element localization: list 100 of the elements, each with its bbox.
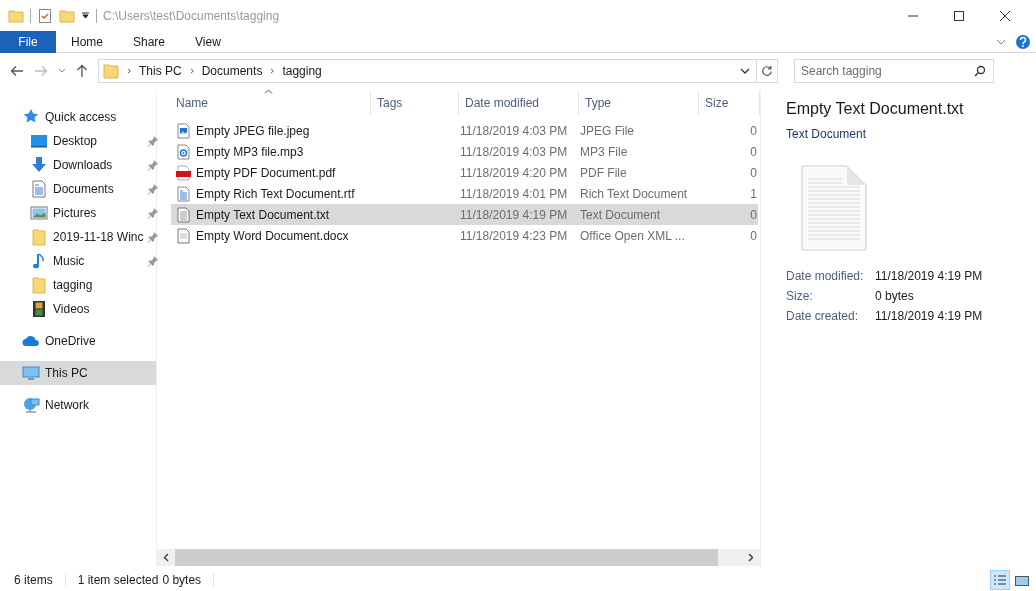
column-header[interactable]: Date modified [459, 91, 579, 115]
item-count: 6 items [14, 571, 53, 589]
ribbon-tab[interactable]: Home [56, 30, 118, 53]
file-row[interactable]: Empty JPEG file.jpeg 11/18/2019 4:03 PM JPEG File 0 [171, 120, 758, 141]
selection-size: 0 bytes [162, 571, 202, 589]
nav-item[interactable]: tagging [0, 273, 156, 297]
details-title: Empty Text Document.txt [786, 99, 965, 119]
file-name: Empty MP3 file.mp3 [196, 143, 305, 161]
file-name: Empty PDF Document.pdf [196, 164, 337, 182]
folder-icon [103, 63, 119, 79]
nav-item[interactable]: Network [0, 393, 156, 417]
address-bar[interactable]: This PC Documents tagging [98, 59, 778, 83]
monitor-icon [22, 364, 40, 382]
monitor-icon [30, 132, 48, 150]
file-row[interactable]: Empty MP3 file.mp3 11/18/2019 4:03 PM MP3 File 0 [171, 141, 758, 162]
table-cell-text: 0 [749, 227, 758, 245]
scroll-left-icon[interactable] [163, 553, 169, 562]
nav-item[interactable]: Videos [0, 297, 156, 321]
property-value: 0 bytes [875, 288, 915, 305]
table-cell-text: 0 [749, 122, 758, 140]
breadcrumb[interactable]: Documents [201, 62, 263, 80]
table-cell-text: 11/18/2019 4:23 PM [460, 227, 569, 245]
nav-item[interactable]: 2019-11-18 Winc [0, 225, 156, 249]
table-cell-text: 0 [749, 143, 758, 161]
nav-item[interactable]: Desktop [0, 129, 156, 153]
scroll-right-icon[interactable] [748, 553, 754, 562]
sort-up-icon [263, 89, 273, 94]
search-field[interactable]: Search tagging [794, 59, 994, 83]
details-view-icon [992, 572, 1008, 587]
file-menu-button[interactable]: File [0, 30, 56, 53]
nav-item[interactable]: Downloads [0, 153, 156, 177]
text-file-preview-icon [801, 165, 867, 251]
audio-file-icon [176, 143, 191, 160]
details-type: Text Document [786, 126, 868, 143]
table-cell-text: Rich Text Document [580, 185, 689, 203]
table-cell-text: Office Open XML ... [580, 227, 686, 245]
dropdown-icon[interactable] [740, 68, 750, 74]
file-row[interactable]: Empty Word Document.docx 11/18/2019 4:23 PM Office Open XML ... 0 [171, 225, 758, 246]
window-title: C:\Users\test\Documents\tagging [103, 7, 280, 25]
table-cell-text: 11/18/2019 4:19 PM [460, 206, 569, 224]
table-cell-text: 11/18/2019 4:20 PM [460, 164, 569, 182]
file-row[interactable]: Empty PDF Document.pdf 11/18/2019 4:20 PM PDF File 0 [171, 162, 758, 183]
rich-text-file-icon [176, 185, 191, 202]
close-icon[interactable] [1000, 10, 1010, 21]
folder-icon [30, 276, 48, 294]
file-name: Empty JPEG file.jpeg [196, 122, 311, 140]
back-icon[interactable] [10, 65, 24, 77]
table-cell-text: PDF File [580, 164, 628, 182]
folder-icon [30, 228, 48, 246]
file-name: Empty Text Document.txt [196, 206, 331, 224]
nav-item[interactable]: This PC [0, 361, 156, 385]
table-cell-text: JPEG File [580, 122, 635, 140]
table-cell-text: MP3 File [580, 143, 629, 161]
ribbon-tab[interactable]: View [180, 30, 236, 53]
nav-item[interactable]: OneDrive [0, 329, 156, 353]
table-cell-text: Text Document [580, 206, 662, 224]
file-row[interactable]: Empty Rich Text Document.rtf 11/18/2019 4:01 PM Rich Text Document 1 [171, 183, 758, 204]
file-name: Empty Word Document.docx [196, 227, 350, 245]
maximize-icon[interactable] [954, 10, 964, 21]
recent-locations-icon[interactable] [58, 68, 66, 74]
property-label: Date created: [786, 308, 860, 325]
view-button[interactable] [990, 569, 1010, 590]
search-icon[interactable] [974, 65, 986, 77]
column-header[interactable]: Size [699, 91, 760, 115]
properties-icon[interactable] [37, 7, 53, 24]
table-cell-text: 11/18/2019 4:01 PM [460, 185, 569, 203]
document-icon [30, 180, 48, 198]
file-name: Empty Rich Text Document.rtf [196, 185, 356, 203]
expand-ribbon-icon[interactable] [996, 38, 1006, 45]
text-file-icon [176, 206, 191, 223]
nav-item[interactable]: Music [0, 249, 156, 273]
film-icon [30, 300, 48, 318]
document-file-icon [176, 227, 191, 244]
file-row[interactable]: Empty Text Document.txt 11/18/2019 4:19 PM Text Document 0 [171, 204, 758, 225]
table-cell-text: 11/18/2019 4:03 PM [460, 143, 569, 161]
image-file-icon [176, 122, 191, 139]
column-header[interactable]: Name [157, 91, 371, 115]
table-cell-text: 11/18/2019 4:03 PM [460, 122, 569, 140]
property-label: Date modified: [786, 268, 865, 285]
column-header[interactable]: Tags [371, 91, 459, 115]
dropdown-icon[interactable] [81, 11, 90, 20]
ribbon-tab[interactable]: Share [118, 30, 181, 53]
column-header[interactable]: Type [579, 91, 699, 115]
down-arrow-icon [30, 156, 48, 174]
picture-icon [30, 204, 48, 222]
property-value: 11/18/2019 4:19 PM [875, 308, 984, 325]
property-value: 11/18/2019 4:19 PM [875, 268, 984, 285]
help-icon[interactable] [1016, 34, 1030, 49]
table-cell-text: 1 [749, 185, 758, 203]
selection-status: 1 item selected [77, 571, 159, 589]
breadcrumb[interactable]: tagging [282, 62, 322, 80]
breadcrumb[interactable]: This PC [139, 62, 182, 80]
network-icon [22, 396, 40, 414]
nav-item[interactable]: Documents [0, 177, 156, 201]
property-label: Size: [786, 288, 814, 305]
pdf-file-icon [176, 164, 191, 181]
refresh-icon[interactable] [761, 65, 773, 77]
nav-item[interactable]: Pictures [0, 201, 156, 225]
nav-item[interactable]: Quick access [0, 105, 156, 129]
up-icon[interactable] [76, 64, 88, 78]
